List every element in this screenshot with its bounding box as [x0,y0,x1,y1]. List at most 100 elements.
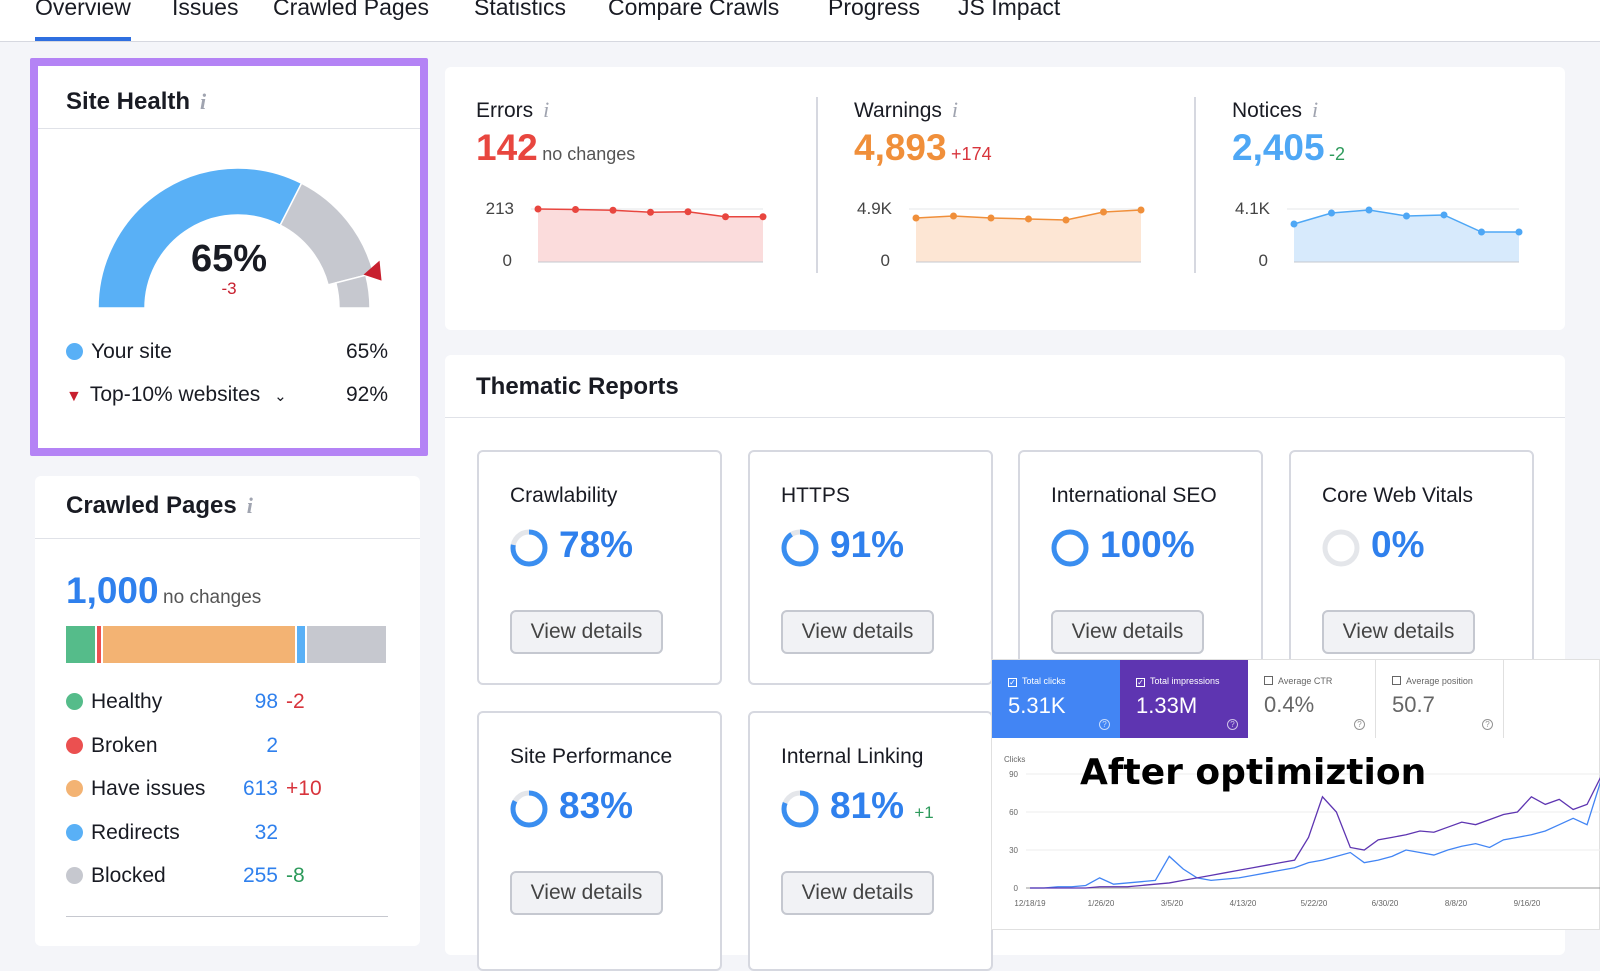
sparkline-point[interactable] [684,208,692,216]
tab-crawled-pages[interactable]: Crawled Pages [273,0,429,21]
crawled-item-redirects[interactable]: Redirects 32 [66,821,406,845]
sparkline-point[interactable] [950,212,957,220]
sparkline-point[interactable] [1062,216,1070,224]
bar-segment-healthy[interactable] [66,626,98,663]
thematic-card-site-performance[interactable]: Site Performance 83% View details [477,711,722,971]
y-tick-label: 30 [1009,846,1018,855]
x-tick-label: 8/8/20 [1445,899,1468,908]
issue-notices: Notices i 2,405 -2 4.1K 0 [1232,97,1572,307]
dot-icon [66,867,83,884]
crawled-total[interactable]: 1,000 [66,570,159,611]
help-icon[interactable]: ? [1354,719,1365,730]
info-icon[interactable]: i [543,97,549,122]
progress-ring-icon [781,529,819,567]
thematic-card-international-seo[interactable]: International SEO 100% View details [1018,450,1263,685]
view-details-button[interactable]: View details [781,610,934,654]
checkbox[interactable] [1392,676,1401,685]
metric-average-position[interactable]: Average position 50.7? [1376,660,1504,738]
tab-progress[interactable]: Progress [828,0,920,21]
thematic-card-internal-linking[interactable]: Internal Linking 81% +1 View details [748,711,993,971]
crawled-item-broken[interactable]: Broken 2 [66,734,406,758]
progress-ring-icon [781,790,819,828]
dot-icon [66,823,83,841]
sparkline-point[interactable] [722,213,729,221]
sparkline-point[interactable] [1137,206,1145,214]
bar-segment-blocked[interactable] [307,626,388,663]
x-tick-label: 4/13/20 [1230,899,1257,908]
view-details-button[interactable]: View details [1322,610,1475,654]
sparkline-point[interactable] [1328,209,1335,217]
info-icon[interactable]: i [952,97,958,122]
site-health-title: Site Health i [66,88,207,115]
divider [816,97,818,273]
thematic-card-https[interactable]: HTTPS 91% View details [748,450,993,685]
tab-statistics[interactable]: Statistics [474,0,566,21]
divider [1194,97,1196,273]
info-icon[interactable]: i [1312,97,1318,122]
sparkline-point[interactable] [647,208,654,216]
crawled-item-have-issues[interactable]: Have issues 613 +10 [66,777,406,801]
progress-ring-icon [1051,529,1089,567]
sparkline-point[interactable] [912,214,920,222]
thematic-card-core-web-vitals[interactable]: Core Web Vitals 0% View details [1289,450,1534,685]
blue-dot-icon [66,343,83,360]
x-tick-label: 12/18/19 [1014,899,1046,908]
sparkline-point[interactable] [1100,208,1107,216]
view-details-button[interactable]: View details [1051,610,1204,654]
x-tick-label: 5/22/20 [1301,899,1328,908]
help-icon[interactable]: ? [1482,719,1493,730]
crawled-pages-card: Crawled Pages i 1,000 no changes Healthy 9… [35,476,420,946]
crawled-item-healthy[interactable]: Healthy 98 -2 [66,690,406,714]
checkbox[interactable] [1264,676,1273,685]
help-icon[interactable]: ? [1227,719,1238,730]
sparkline-point[interactable] [572,205,579,213]
metric-total-impressions[interactable]: ✓ Total impressions 1.33M? [1120,660,1248,738]
crawled-item-blocked[interactable]: Blocked 255 -8 [66,864,406,888]
sparkline-point[interactable] [759,213,767,221]
thematic-card-crawlability[interactable]: Crawlability 78% View details [477,450,722,685]
view-details-button[interactable]: View details [510,871,663,915]
tab-js-impact[interactable]: JS Impact [958,0,1060,21]
info-icon[interactable]: i [200,89,206,114]
checkbox[interactable]: ✓ [1136,678,1145,687]
legend-top10[interactable]: ▼ Top-10% websites ⌄ 92% [66,383,388,407]
y-tick-label: 60 [1009,808,1018,817]
site-health-value: 65% [190,238,268,280]
tab-issues[interactable]: Issues [172,0,238,21]
sparkline-point[interactable] [1290,220,1298,228]
issue-count[interactable]: 142 [476,127,538,168]
chevron-down-icon[interactable]: ⌄ [274,388,287,405]
view-details-button[interactable]: View details [781,871,934,915]
metric-total-clicks[interactable]: ✓ Total clicks 5.31K? [992,660,1120,738]
sparkline-point[interactable] [1365,206,1373,214]
sparkline-point[interactable] [609,206,617,214]
tab-compare-crawls[interactable]: Compare Crawls [608,0,779,21]
sparkline-point[interactable] [534,205,542,213]
view-details-button[interactable]: View details [510,610,663,654]
sparkline [909,206,1145,263]
progress-ring-icon [510,529,548,567]
sparkline-point[interactable] [1440,211,1448,219]
thematic-reports-title: Thematic Reports [476,373,679,400]
info-icon[interactable]: i [247,493,253,518]
impressions-line [1030,777,1600,889]
issue-count[interactable]: 4,893 [854,127,947,168]
tab-overview[interactable]: Overview [35,0,131,41]
help-icon[interactable]: ? [1099,719,1110,730]
sparkline-point[interactable] [1515,228,1523,236]
bar-segment-redirects[interactable] [297,626,308,663]
issue-count[interactable]: 2,405 [1232,127,1325,168]
y-tick-label: 90 [1009,770,1018,779]
metric-average-ctr[interactable]: Average CTR 0.4%? [1248,660,1376,738]
x-tick-label: 3/5/20 [1161,899,1184,908]
triangle-down-icon: ▼ [66,388,82,405]
progress-ring-icon [510,790,548,828]
sparkline-point[interactable] [987,214,995,222]
sparkline-point[interactable] [1403,212,1410,220]
sparkline-point[interactable] [1478,228,1485,236]
dot-icon [66,780,83,797]
bar-segment-have-issues[interactable] [103,626,298,663]
x-tick-label: 6/30/20 [1372,899,1399,908]
checkbox[interactable]: ✓ [1008,678,1017,687]
sparkline-point[interactable] [1025,215,1032,223]
